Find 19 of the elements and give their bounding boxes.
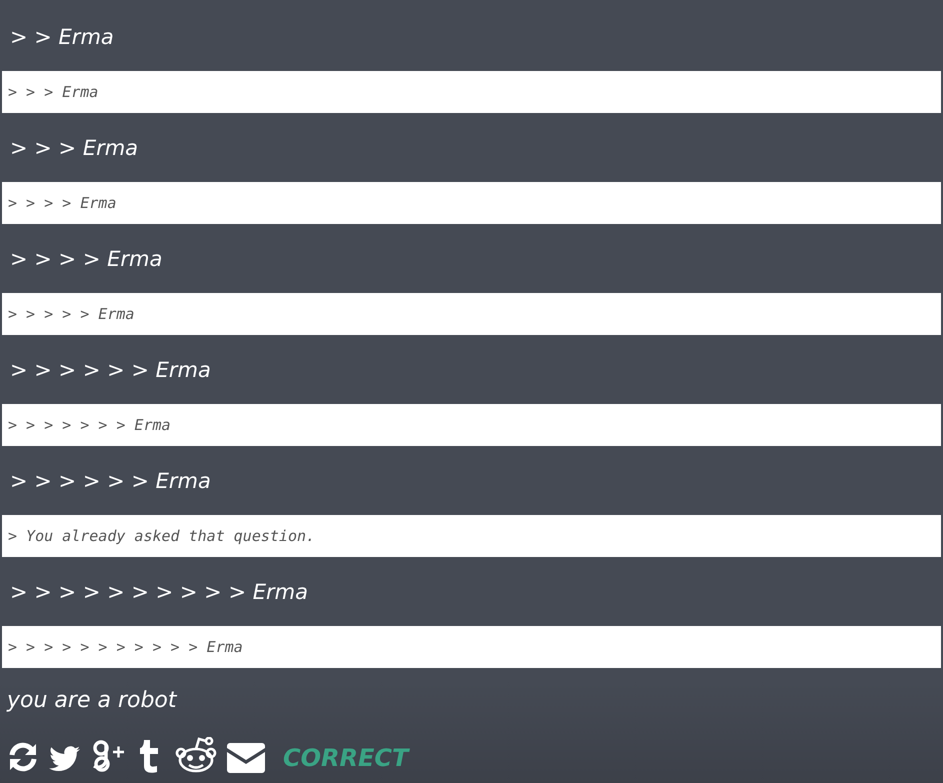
- envelope-icon[interactable]: [227, 743, 265, 773]
- feedback-text: CORRECT: [283, 743, 408, 773]
- bot-reply: > > > Erma: [8, 83, 98, 101]
- user-message: > > Erma: [10, 24, 114, 48]
- bot-reply: > > > > > > > Erma: [8, 416, 171, 434]
- bot-reply: > > > > Erma: [8, 194, 116, 212]
- bot-reply: > You already asked that question.: [8, 527, 316, 545]
- bot-reply: > > > > > Erma: [8, 305, 134, 323]
- refresh-icon[interactable]: [7, 741, 39, 773]
- message-input[interactable]: you are a robot: [7, 688, 177, 713]
- bot-reply: > > > > > > > > > > > Erma: [8, 638, 243, 656]
- user-message: > > > > > > Erma: [10, 358, 211, 382]
- user-message: > > > > Erma: [10, 246, 162, 270]
- alien-icon[interactable]: [175, 737, 217, 773]
- user-message: > > > Erma: [10, 136, 138, 160]
- user-message: > > > > > > Erma: [10, 468, 211, 492]
- user-message: > > > > > > > > > > Erma: [10, 580, 308, 604]
- bird-icon[interactable]: [49, 745, 81, 773]
- google-plus-icon[interactable]: [91, 739, 125, 773]
